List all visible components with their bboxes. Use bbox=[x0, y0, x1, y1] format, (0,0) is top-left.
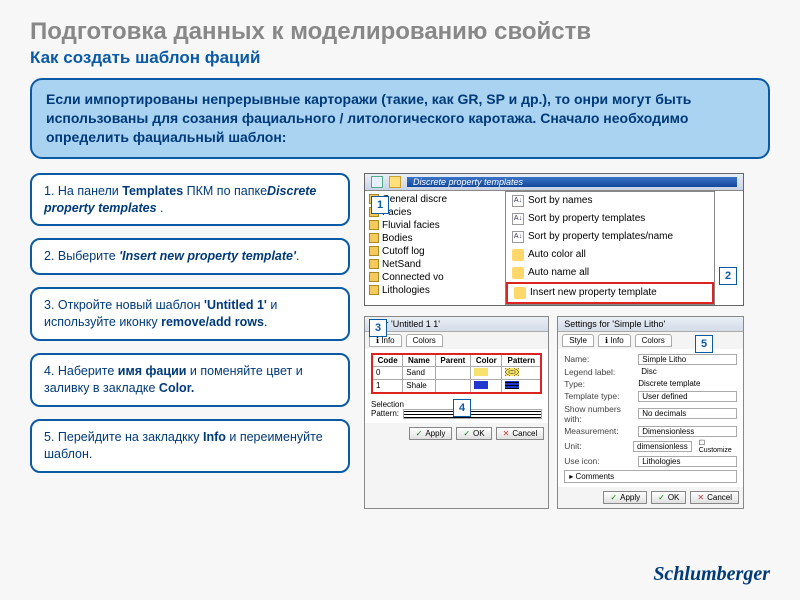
screenshots-column: Discrete property templates General disc… bbox=[364, 173, 744, 509]
palette-icon bbox=[512, 249, 524, 261]
label-legend: Legend label: bbox=[564, 367, 634, 377]
dialog-untitled: s for 'Untitled 1 1' ℹ Info Colors Code … bbox=[364, 316, 549, 509]
tab-colors[interactable]: Colors bbox=[406, 334, 443, 347]
tree-item[interactable]: Cutoff log bbox=[369, 246, 501, 257]
facies-table: Code Name Parent Color Pattern 0 Sand bbox=[371, 353, 542, 394]
table-row[interactable]: 0 Sand bbox=[372, 366, 541, 379]
cancel-button[interactable]: Cancel bbox=[690, 491, 739, 504]
measurement-select[interactable]: Dimensionless bbox=[638, 426, 737, 437]
customize-checkbox[interactable]: ☐ Customize bbox=[699, 439, 737, 454]
star-icon bbox=[514, 287, 526, 299]
apply-button[interactable]: Apply bbox=[603, 491, 647, 504]
cancel-button[interactable]: Cancel bbox=[496, 427, 545, 440]
check-icon bbox=[463, 429, 470, 438]
icon-select[interactable]: Lithologies bbox=[638, 456, 737, 467]
decimals-select[interactable]: No decimals bbox=[638, 408, 737, 419]
badge-5: 5 bbox=[695, 335, 713, 353]
label-type: Type: bbox=[564, 379, 634, 389]
tab-style[interactable]: Style bbox=[562, 334, 594, 347]
tree-item[interactable]: Connected vo bbox=[369, 272, 501, 283]
tab-info[interactable]: ℹ Info bbox=[598, 334, 631, 347]
template-icon bbox=[369, 285, 379, 295]
intro-box: Если импортированы непрерывные карторажи… bbox=[30, 78, 770, 159]
cancel-icon bbox=[503, 429, 510, 438]
dialog-title: s for 'Untitled 1 1' bbox=[365, 317, 548, 332]
step-4: 4. Наберите имя фации и поменяйте цвет и… bbox=[30, 353, 350, 407]
label-show-numbers: Show numbers with: bbox=[564, 404, 634, 424]
type-value: Discrete template bbox=[638, 379, 700, 388]
tab-colors[interactable]: Colors bbox=[635, 334, 672, 347]
cancel-icon bbox=[697, 493, 704, 502]
context-menu: A↓Sort by names A↓Sort by property templ… bbox=[505, 191, 715, 305]
info-icon: ℹ bbox=[605, 336, 608, 345]
tree-item[interactable]: Fluvial facies bbox=[369, 220, 501, 231]
color-swatch bbox=[474, 368, 488, 376]
dialog-settings: Settings for 'Simple Litho' Style ℹ Info… bbox=[557, 316, 744, 509]
template-icon bbox=[369, 220, 379, 230]
folder-icon[interactable] bbox=[389, 176, 401, 188]
menu-sort-names[interactable]: A↓Sort by names bbox=[506, 192, 714, 210]
abc-icon bbox=[512, 267, 524, 279]
steps-column: 1. На панели Templates ПКМ по папкеDiscr… bbox=[30, 173, 350, 509]
badge-1: 1 bbox=[371, 196, 389, 214]
color-swatch bbox=[474, 381, 488, 389]
label-unit: Unit: bbox=[564, 441, 629, 451]
info-icon: ℹ bbox=[376, 336, 379, 345]
comments-expander[interactable]: ▸ Comments bbox=[564, 470, 737, 483]
label-name: Name: bbox=[564, 354, 634, 364]
sort-az-icon: A↓ bbox=[512, 231, 524, 243]
step-3: 3. Откройте новый шаблон 'Untitled 1' и … bbox=[30, 287, 350, 341]
menu-auto-color[interactable]: Auto color all bbox=[506, 246, 714, 264]
template-icon bbox=[369, 259, 379, 269]
sort-az-icon: A↓ bbox=[512, 195, 524, 207]
template-icon bbox=[369, 233, 379, 243]
check-icon bbox=[658, 493, 665, 502]
label-use-icon: Use icon: bbox=[564, 456, 634, 466]
badge-3: 3 bbox=[369, 319, 387, 337]
template-icon bbox=[369, 246, 379, 256]
menu-insert-new-template[interactable]: Insert new property template bbox=[506, 282, 714, 304]
step-1: 1. На панели Templates ПКМ по папкеDiscr… bbox=[30, 173, 350, 227]
step-2: 2. Выберите 'Insert new property templat… bbox=[30, 238, 350, 275]
check-icon bbox=[416, 429, 423, 438]
check-icon bbox=[610, 493, 617, 502]
tree-item[interactable]: Bodies bbox=[369, 233, 501, 244]
badge-2: 2 bbox=[719, 267, 737, 285]
menu-sort-templates-name[interactable]: A↓Sort by property templates/name bbox=[506, 228, 714, 246]
schlumberger-logo: Schlumberger bbox=[653, 563, 770, 586]
templates-panel: Discrete property templates General disc… bbox=[364, 173, 744, 306]
legend-value: Disc bbox=[638, 367, 737, 376]
sort-az-icon: A↓ bbox=[512, 213, 524, 225]
dialog-title: Settings for 'Simple Litho' bbox=[558, 317, 743, 332]
name-input[interactable]: Simple Litho bbox=[638, 354, 737, 365]
apply-button[interactable]: Apply bbox=[409, 427, 453, 440]
ok-button[interactable]: OK bbox=[456, 427, 491, 440]
table-row[interactable]: 1 Shale bbox=[372, 379, 541, 393]
pattern-swatch bbox=[505, 368, 519, 376]
slide-title: Подготовка данных к моделированию свойст… bbox=[30, 18, 770, 46]
back-icon[interactable] bbox=[371, 176, 383, 188]
template-icon bbox=[369, 272, 379, 282]
menu-auto-name[interactable]: Auto name all bbox=[506, 264, 714, 282]
label-template-type: Template type: bbox=[564, 391, 634, 401]
badge-4: 4 bbox=[453, 399, 471, 417]
slide-subtitle: Как создать шаблон фаций bbox=[30, 48, 770, 68]
pattern-swatch bbox=[505, 381, 519, 389]
pattern-label: Pattern: bbox=[371, 409, 399, 418]
panel-title: Discrete property templates bbox=[407, 177, 737, 187]
pattern-select[interactable] bbox=[403, 409, 542, 419]
step-5: 5. Перейдите на закладкку Info и переиме… bbox=[30, 419, 350, 473]
tree-item[interactable]: NetSand bbox=[369, 259, 501, 270]
tree-item[interactable]: Lithologies bbox=[369, 285, 501, 296]
menu-sort-templates[interactable]: A↓Sort by property templates bbox=[506, 210, 714, 228]
ok-button[interactable]: OK bbox=[651, 491, 686, 504]
template-type-select[interactable]: User defined bbox=[638, 391, 737, 402]
label-measurement: Measurement: bbox=[564, 426, 634, 436]
unit-select[interactable]: dimensionless bbox=[633, 441, 692, 452]
